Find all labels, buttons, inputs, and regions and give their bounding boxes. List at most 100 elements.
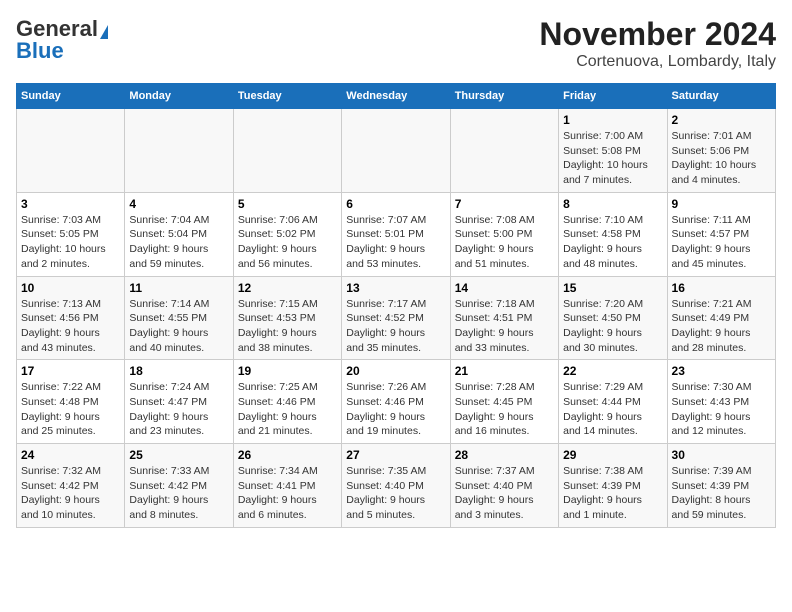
- calendar-table: Sunday Monday Tuesday Wednesday Thursday…: [16, 83, 776, 528]
- day-info: Sunrise: 7:17 AMSunset: 4:52 PMDaylight:…: [346, 297, 445, 356]
- calendar-cell: 10Sunrise: 7:13 AMSunset: 4:56 PMDayligh…: [17, 276, 125, 360]
- calendar-cell: 13 Sunrise: 7:17 AMSunset: 4:52 PMDayligh…: [342, 276, 450, 360]
- calendar-week-5: 24 Sunrise: 7:32 AMSunset: 4:42 PMDayligh…: [17, 444, 776, 528]
- col-wednesday: Wednesday: [342, 84, 450, 109]
- day-number: 4: [129, 197, 228, 211]
- day-info: Sunrise: 7:10 AMSunset: 4:58 PMDaylight:…: [563, 213, 662, 272]
- calendar-cell: [450, 109, 558, 193]
- calendar-cell: [342, 109, 450, 193]
- day-info: Sunrise: 7:13 AMSunset: 4:56 PMDaylight:…: [21, 297, 120, 356]
- calendar-cell: 2 Sunrise: 7:01 AMSunset: 5:06 PMDaylight…: [667, 109, 775, 193]
- day-info: Sunrise: 7:08 AMSunset: 5:00 PMDaylight:…: [455, 213, 554, 272]
- day-number: 9: [672, 197, 771, 211]
- calendar-cell: [17, 109, 125, 193]
- logo-triangle: [100, 25, 108, 39]
- day-number: 5: [238, 197, 337, 211]
- day-number: 3: [21, 197, 120, 211]
- day-number: 1: [563, 113, 662, 127]
- day-number: 27: [346, 448, 445, 462]
- calendar-cell: 28 Sunrise: 7:37 AMSunset: 4:40 PMDayligh…: [450, 444, 558, 528]
- day-info: Sunrise: 7:33 AMSunset: 4:42 PMDaylight:…: [129, 464, 228, 523]
- day-info: Sunrise: 7:32 AMSunset: 4:42 PMDaylight:…: [21, 464, 120, 523]
- calendar-cell: 5 Sunrise: 7:06 AMSunset: 5:02 PMDaylight…: [233, 192, 341, 276]
- day-number: 30: [672, 448, 771, 462]
- logo-text-blue: Blue: [16, 38, 64, 64]
- calendar-cell: 19Sunrise: 7:25 AMSunset: 4:46 PMDayligh…: [233, 360, 341, 444]
- calendar-cell: 23 Sunrise: 7:30 AMSunset: 4:43 PMDayligh…: [667, 360, 775, 444]
- calendar-week-3: 10Sunrise: 7:13 AMSunset: 4:56 PMDayligh…: [17, 276, 776, 360]
- day-info: Sunrise: 7:04 AMSunset: 5:04 PMDaylight:…: [129, 213, 228, 272]
- day-number: 29: [563, 448, 662, 462]
- day-info: Sunrise: 7:26 AMSunset: 4:46 PMDaylight:…: [346, 380, 445, 439]
- col-thursday: Thursday: [450, 84, 558, 109]
- day-info: Sunrise: 7:30 AMSunset: 4:43 PMDaylight:…: [672, 380, 771, 439]
- calendar-cell: 16Sunrise: 7:21 AMSunset: 4:49 PMDayligh…: [667, 276, 775, 360]
- day-number: 8: [563, 197, 662, 211]
- title-block: November 2024 Cortenuova, Lombardy, Ital…: [539, 16, 776, 71]
- calendar-cell: [233, 109, 341, 193]
- calendar-cell: 7 Sunrise: 7:08 AMSunset: 5:00 PMDaylight…: [450, 192, 558, 276]
- day-info: Sunrise: 7:15 AMSunset: 4:53 PMDaylight:…: [238, 297, 337, 356]
- day-number: 18: [129, 364, 228, 378]
- day-info: Sunrise: 7:14 AMSunset: 4:55 PMDaylight:…: [129, 297, 228, 356]
- day-info: Sunrise: 7:20 AMSunset: 4:50 PMDaylight:…: [563, 297, 662, 356]
- day-number: 20: [346, 364, 445, 378]
- page-header: General Blue November 2024 Cortenuova, L…: [16, 16, 776, 71]
- day-number: 7: [455, 197, 554, 211]
- calendar-cell: 9Sunrise: 7:11 AMSunset: 4:57 PMDaylight…: [667, 192, 775, 276]
- day-info: Sunrise: 7:24 AMSunset: 4:47 PMDaylight:…: [129, 380, 228, 439]
- day-number: 6: [346, 197, 445, 211]
- col-tuesday: Tuesday: [233, 84, 341, 109]
- day-info: Sunrise: 7:28 AMSunset: 4:45 PMDaylight:…: [455, 380, 554, 439]
- calendar-cell: 3 Sunrise: 7:03 AMSunset: 5:05 PMDaylight…: [17, 192, 125, 276]
- day-info: Sunrise: 7:34 AMSunset: 4:41 PMDaylight:…: [238, 464, 337, 523]
- calendar-cell: 15 Sunrise: 7:20 AMSunset: 4:50 PMDayligh…: [559, 276, 667, 360]
- day-info: Sunrise: 7:18 AMSunset: 4:51 PMDaylight:…: [455, 297, 554, 356]
- calendar-cell: 27Sunrise: 7:35 AMSunset: 4:40 PMDayligh…: [342, 444, 450, 528]
- calendar-cell: 20 Sunrise: 7:26 AMSunset: 4:46 PMDayligh…: [342, 360, 450, 444]
- calendar-cell: 25Sunrise: 7:33 AMSunset: 4:42 PMDayligh…: [125, 444, 233, 528]
- col-friday: Friday: [559, 84, 667, 109]
- logo: General Blue: [16, 16, 108, 64]
- day-number: 21: [455, 364, 554, 378]
- calendar-cell: 12 Sunrise: 7:15 AMSunset: 4:53 PMDayligh…: [233, 276, 341, 360]
- day-info: Sunrise: 7:07 AMSunset: 5:01 PMDaylight:…: [346, 213, 445, 272]
- calendar-cell: 24 Sunrise: 7:32 AMSunset: 4:42 PMDayligh…: [17, 444, 125, 528]
- day-number: 12: [238, 281, 337, 295]
- day-info: Sunrise: 7:29 AMSunset: 4:44 PMDaylight:…: [563, 380, 662, 439]
- day-number: 24: [21, 448, 120, 462]
- day-info: Sunrise: 7:25 AMSunset: 4:46 PMDaylight:…: [238, 380, 337, 439]
- day-info: Sunrise: 7:39 AMSunset: 4:39 PMDaylight:…: [672, 464, 771, 523]
- calendar-cell: [125, 109, 233, 193]
- calendar-week-1: 1 Sunrise: 7:00 AMSunset: 5:08 PMDaylight…: [17, 109, 776, 193]
- day-number: 23: [672, 364, 771, 378]
- calendar-cell: 17Sunrise: 7:22 AMSunset: 4:48 PMDayligh…: [17, 360, 125, 444]
- calendar-header-row: Sunday Monday Tuesday Wednesday Thursday…: [17, 84, 776, 109]
- day-number: 14: [455, 281, 554, 295]
- calendar-cell: 4 Sunrise: 7:04 AMSunset: 5:04 PMDaylight…: [125, 192, 233, 276]
- day-info: Sunrise: 7:01 AMSunset: 5:06 PMDaylight:…: [672, 129, 771, 188]
- day-number: 15: [563, 281, 662, 295]
- calendar-cell: 26 Sunrise: 7:34 AMSunset: 4:41 PMDayligh…: [233, 444, 341, 528]
- calendar-week-2: 3 Sunrise: 7:03 AMSunset: 5:05 PMDaylight…: [17, 192, 776, 276]
- day-number: 11: [129, 281, 228, 295]
- day-number: 22: [563, 364, 662, 378]
- calendar-cell: 18 Sunrise: 7:24 AMSunset: 4:47 PMDayligh…: [125, 360, 233, 444]
- day-info: Sunrise: 7:38 AMSunset: 4:39 PMDaylight:…: [563, 464, 662, 523]
- calendar-cell: 8 Sunrise: 7:10 AMSunset: 4:58 PMDaylight…: [559, 192, 667, 276]
- calendar-title: November 2024: [539, 16, 776, 53]
- day-number: 26: [238, 448, 337, 462]
- day-info: Sunrise: 7:00 AMSunset: 5:08 PMDaylight:…: [563, 129, 662, 188]
- calendar-cell: 29 Sunrise: 7:38 AMSunset: 4:39 PMDayligh…: [559, 444, 667, 528]
- calendar-cell: 22 Sunrise: 7:29 AMSunset: 4:44 PMDayligh…: [559, 360, 667, 444]
- day-number: 17: [21, 364, 120, 378]
- day-number: 13: [346, 281, 445, 295]
- calendar-cell: 21 Sunrise: 7:28 AMSunset: 4:45 PMDayligh…: [450, 360, 558, 444]
- day-info: Sunrise: 7:06 AMSunset: 5:02 PMDaylight:…: [238, 213, 337, 272]
- day-info: Sunrise: 7:37 AMSunset: 4:40 PMDaylight:…: [455, 464, 554, 523]
- day-info: Sunrise: 7:03 AMSunset: 5:05 PMDaylight:…: [21, 213, 120, 272]
- day-number: 2: [672, 113, 771, 127]
- day-number: 28: [455, 448, 554, 462]
- calendar-cell: 30 Sunrise: 7:39 AMSunset: 4:39 PMDayligh…: [667, 444, 775, 528]
- calendar-cell: 1 Sunrise: 7:00 AMSunset: 5:08 PMDaylight…: [559, 109, 667, 193]
